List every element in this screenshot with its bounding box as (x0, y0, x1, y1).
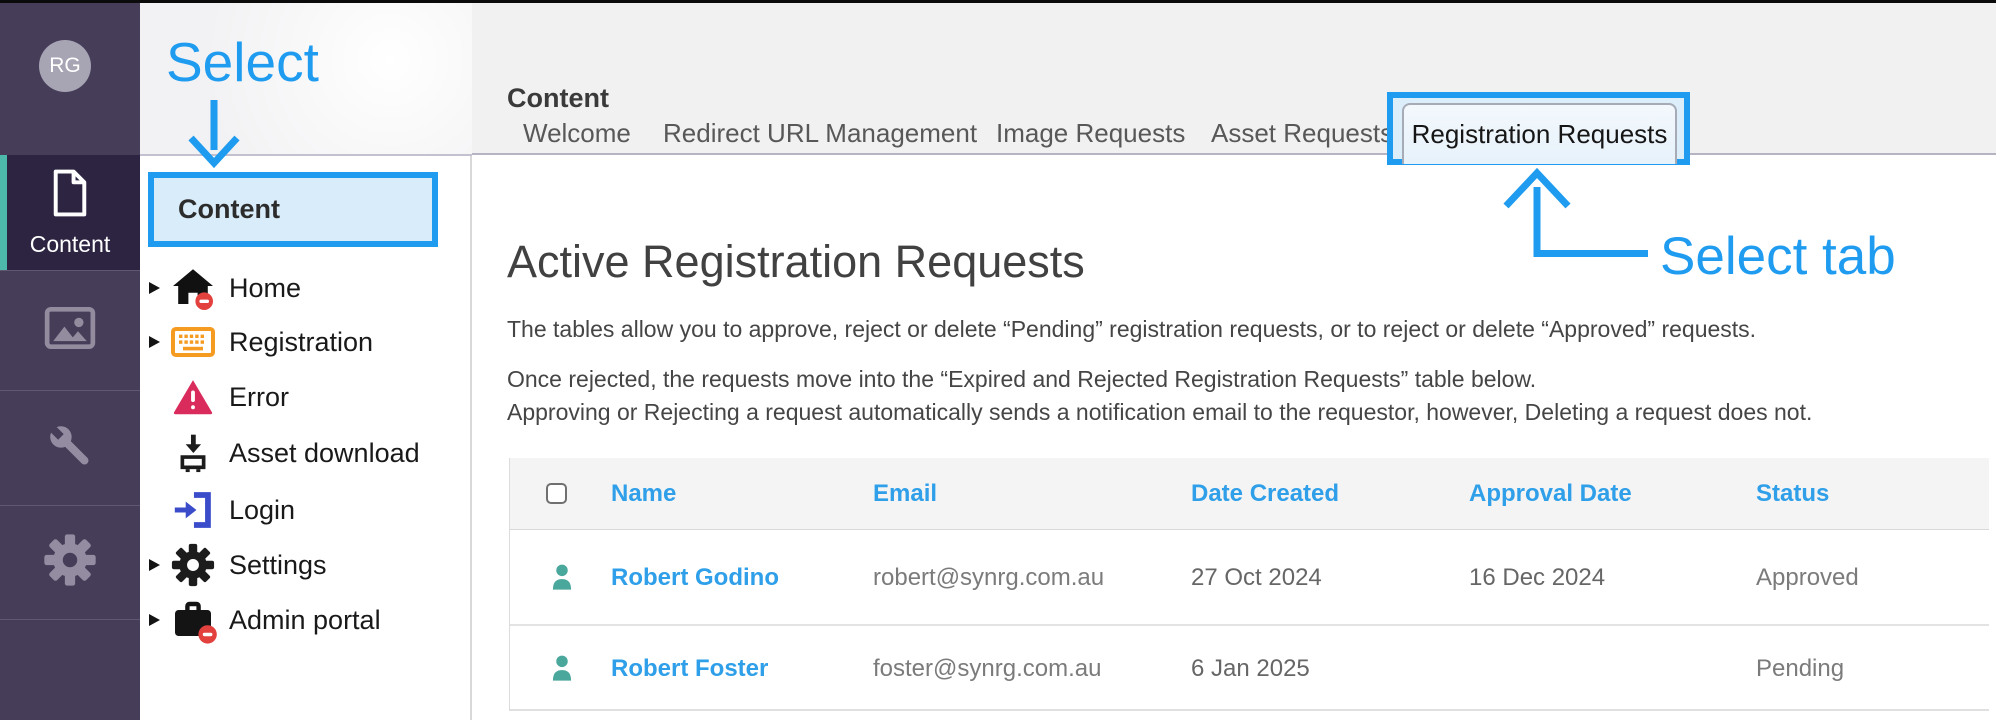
note-line-2: Approving or Rejecting a request automat… (507, 399, 1813, 425)
tree-header-label: Content (178, 194, 280, 224)
column-header-date-created[interactable]: Date Created (1191, 458, 1339, 530)
note-line-1: Once rejected, the requests move into th… (507, 366, 1537, 392)
tree-item-admin-portal[interactable]: Admin portal (140, 593, 470, 647)
section-heading: Active Registration Requests (507, 236, 1085, 287)
registration-requests-table: Name Email Date Created Approval Date St… (509, 458, 1989, 711)
row-email: foster@synrg.com.au (873, 655, 1102, 682)
select-all-checkbox[interactable] (546, 483, 567, 504)
keyboard-icon (168, 315, 218, 369)
tree-item-settings[interactable]: Settings (140, 538, 470, 592)
rail-item-tools[interactable] (0, 390, 140, 505)
table-row: Robert Godino robert@synrg.com.au 27 Oct… (510, 530, 1989, 626)
tab-image-requests[interactable]: Image Requests (996, 119, 1185, 147)
home-icon (168, 261, 218, 315)
expand-arrow-icon[interactable] (149, 559, 160, 571)
row-name-link[interactable]: Robert Foster (611, 626, 768, 711)
row-date-created: 6 Jan 2025 (1191, 655, 1310, 682)
rail-item-label: Content (29, 230, 111, 257)
active-indicator-bar (0, 155, 7, 270)
annotation-arrow-down-icon (188, 100, 240, 169)
person-icon (546, 626, 578, 709)
tab-redirect-url-management[interactable]: Redirect URL Management (663, 119, 977, 147)
table-row: Robert Foster foster@synrg.com.au 6 Jan … (510, 626, 1989, 711)
tree-item-label: Error (229, 382, 289, 412)
tree-item-label: Registration (229, 327, 374, 357)
row-status: Pending (1756, 655, 1845, 682)
wrench-icon (42, 418, 98, 479)
screen: RG Content Home Registration Error Asset… (0, 0, 1996, 720)
app-rail: RG Content (0, 0, 140, 720)
image-icon (42, 300, 98, 361)
admin-portal-icon (168, 593, 218, 647)
avatar[interactable]: RG (39, 40, 91, 92)
tree-item-label: Home (229, 273, 302, 303)
rail-item-settings[interactable] (0, 505, 140, 620)
login-icon (168, 483, 218, 537)
expand-arrow-icon[interactable] (149, 336, 160, 348)
row-status: Approved (1756, 564, 1859, 591)
column-header-email[interactable]: Email (873, 458, 937, 530)
rail-item-content[interactable]: Content (0, 155, 140, 270)
tree-item-asset-download[interactable]: Asset download (140, 426, 470, 480)
row-name-link[interactable]: Robert Godino (611, 530, 779, 626)
document-icon (50, 168, 90, 223)
window-top-edge (0, 0, 1996, 3)
note-paragraph: Once rejected, the requests move into th… (507, 363, 1812, 429)
expand-arrow-icon[interactable] (149, 614, 160, 626)
tree-item-login[interactable]: Login (140, 483, 470, 537)
annotation-select-label: Select (166, 31, 319, 93)
annotation-box-tree-header: Content (148, 172, 438, 247)
page-title: Content (507, 83, 609, 113)
tab-welcome[interactable]: Welcome (523, 119, 631, 147)
gear-icon (42, 532, 98, 593)
tree-item-label: Asset download (229, 438, 420, 468)
asset-download-icon (168, 426, 218, 480)
rail-item-images[interactable] (0, 270, 140, 390)
table-header-row: Name Email Date Created Approval Date St… (510, 458, 1989, 530)
tree-item-label: Login (229, 495, 296, 525)
row-email: robert@synrg.com.au (873, 564, 1105, 591)
person-icon (546, 530, 578, 624)
expand-arrow-icon[interactable] (149, 282, 160, 294)
annotation-arrow-up-icon (1503, 167, 1648, 257)
annotation-select-tab-label: Select tab (1660, 227, 1896, 286)
row-date-created: 27 Oct 2024 (1191, 564, 1322, 591)
column-header-approval-date[interactable]: Approval Date (1469, 458, 1632, 530)
column-header-status[interactable]: Status (1756, 458, 1829, 530)
tree-item-registration[interactable]: Registration (140, 315, 470, 369)
intro-paragraph: The tables allow you to approve, reject … (507, 316, 1757, 342)
settings-gear-icon (168, 538, 218, 592)
tab-asset-requests[interactable]: Asset Requests (1211, 119, 1393, 147)
row-approval-date: 16 Dec 2024 (1469, 564, 1606, 591)
column-header-name[interactable]: Name (611, 458, 676, 530)
tree-item-label: Admin portal (229, 605, 381, 635)
error-icon (168, 370, 218, 424)
tree-item-error[interactable]: Error (140, 370, 470, 424)
tab-registration-requests[interactable]: Registration Requests (1402, 103, 1677, 164)
tree-item-home[interactable]: Home (140, 261, 470, 315)
tree-item-label: Settings (229, 550, 327, 580)
